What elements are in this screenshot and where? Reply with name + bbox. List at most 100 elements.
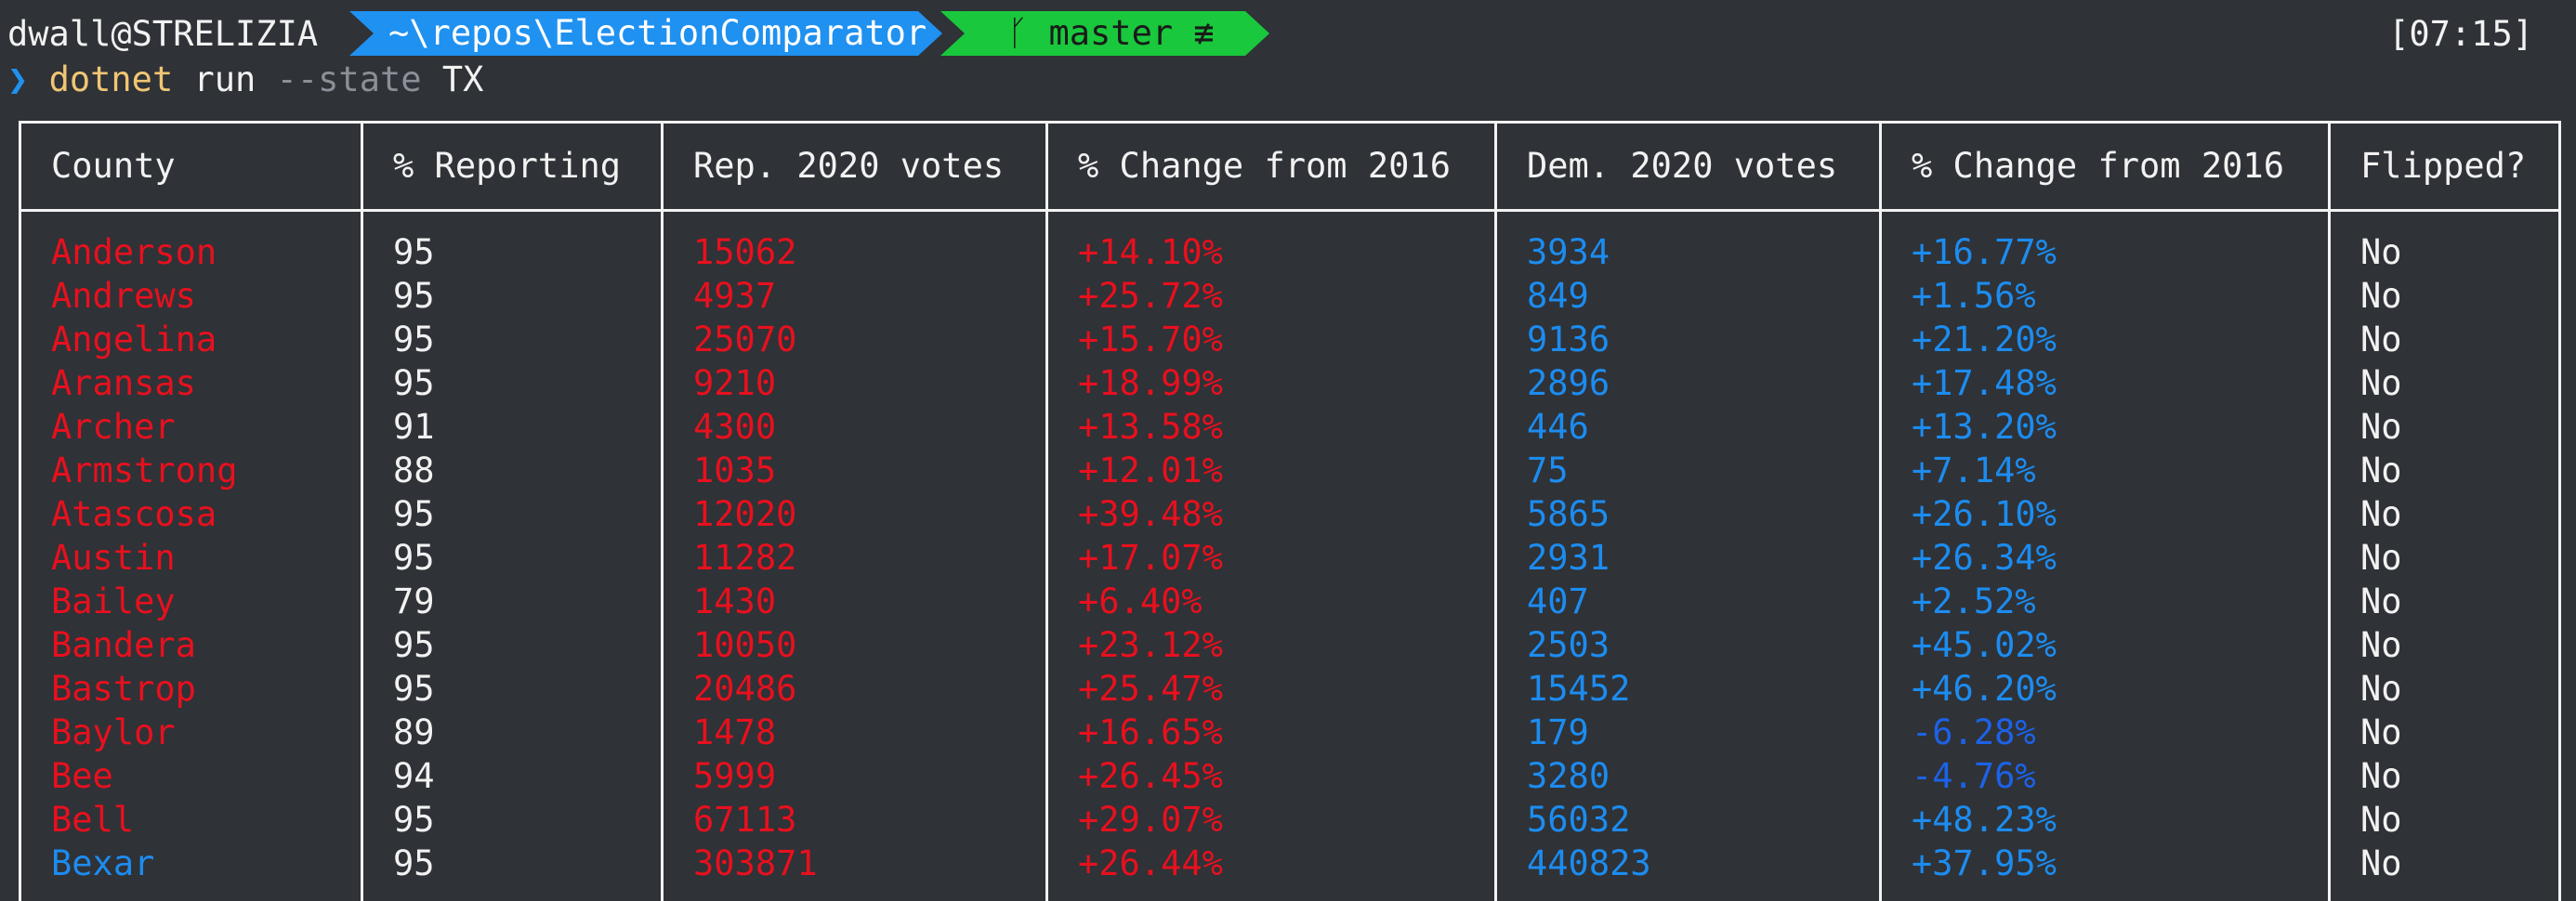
header-dem-votes: Dem. 2020 votes — [1527, 146, 1838, 186]
table-body: Anderson 95 15062 +14.10% 3934 +16.77% No Andre… — [21, 230, 2558, 885]
rep-votes-cell: 10050 — [693, 625, 797, 665]
county-cell: Bastrop — [51, 669, 196, 709]
county-cell: Andrews — [51, 276, 196, 316]
dem-change-cell: +1.56% — [1912, 276, 2036, 316]
flipped-cell: No — [2360, 450, 2402, 490]
county-cell: Baylor — [51, 712, 176, 752]
flipped-cell: No — [2360, 320, 2402, 359]
county-cell: Bexar — [51, 843, 155, 883]
dem-votes-cell: 849 — [1527, 276, 1589, 316]
flipped-cell: No — [2360, 625, 2402, 665]
rep-votes-cell: 303871 — [693, 843, 818, 883]
path-segment: ~\repos\ElectionComparator — [349, 11, 942, 56]
dem-votes-cell: 75 — [1527, 450, 1569, 490]
rep-change-cell: +16.65% — [1078, 712, 1223, 752]
rep-votes-cell: 67113 — [693, 800, 797, 840]
rep-votes-cell: 12020 — [693, 494, 797, 534]
county-cell: Bailey — [51, 581, 176, 621]
dem-votes-cell: 9136 — [1527, 320, 1610, 359]
dem-votes-cell: 2503 — [1527, 625, 1610, 665]
dem-votes-cell: 15452 — [1527, 669, 1631, 709]
reporting-cell: 95 — [393, 363, 435, 403]
rep-change-cell: +14.10% — [1078, 232, 1223, 272]
dem-votes-cell: 179 — [1527, 712, 1589, 752]
command-argument: TX — [441, 59, 484, 99]
prompt-chevron-icon: ❯ — [7, 59, 29, 99]
rep-votes-cell: 1430 — [693, 581, 777, 621]
county-cell: Bell — [51, 800, 135, 840]
table-row: Bell 95 67113 +29.07% 56032 +48.23% No — [21, 798, 2558, 842]
command-subcommand: run — [193, 59, 256, 99]
reporting-cell: 95 — [393, 276, 435, 316]
dem-change-cell: -6.28% — [1912, 712, 2036, 752]
rep-votes-cell: 1035 — [693, 450, 777, 490]
user-host-label: dwall@STRELIZIA — [7, 14, 319, 54]
reporting-cell: 91 — [393, 407, 435, 447]
git-segment: ᚴ master ≢ — [966, 11, 1269, 56]
dem-change-cell: +21.20% — [1912, 320, 2057, 359]
table-row: Bailey 79 1430 +6.40% 407 +2.52% No — [21, 580, 2558, 623]
rep-change-cell: +15.70% — [1078, 320, 1223, 359]
results-table: County % Reporting Rep. 2020 votes % Cha… — [19, 121, 2561, 901]
flipped-cell: No — [2360, 843, 2402, 883]
table-row: Andrews 95 4937 +25.72% 849 +1.56% No — [21, 274, 2558, 318]
dem-change-cell: +48.23% — [1912, 800, 2057, 840]
dem-votes-cell: 2896 — [1527, 363, 1610, 403]
reporting-cell: 95 — [393, 232, 435, 272]
rep-change-cell: +18.99% — [1078, 363, 1223, 403]
rep-votes-cell: 4300 — [693, 407, 777, 447]
rep-change-cell: +25.72% — [1078, 276, 1223, 316]
rep-change-cell: +6.40% — [1078, 581, 1203, 621]
flipped-cell: No — [2360, 363, 2402, 403]
dem-votes-cell: 56032 — [1527, 800, 1631, 840]
reporting-cell: 95 — [393, 320, 435, 359]
flipped-cell: No — [2360, 581, 2402, 621]
dem-change-cell: +37.95% — [1912, 843, 2057, 883]
flipped-cell: No — [2360, 407, 2402, 447]
county-cell: Anderson — [51, 232, 217, 272]
flipped-cell: No — [2360, 232, 2402, 272]
command-line: ❯ dotnet run --state TX — [7, 58, 483, 102]
dem-change-cell: +26.34% — [1912, 538, 2057, 578]
rep-change-cell: +25.47% — [1078, 669, 1223, 709]
dem-votes-cell: 5865 — [1527, 494, 1610, 534]
header-divider — [21, 209, 2558, 212]
county-cell: Aransas — [51, 363, 196, 403]
dem-change-cell: +45.02% — [1912, 625, 2057, 665]
rep-votes-cell: 25070 — [693, 320, 797, 359]
dem-votes-cell: 407 — [1527, 581, 1589, 621]
flipped-cell: No — [2360, 800, 2402, 840]
rep-change-cell: +13.58% — [1078, 407, 1223, 447]
county-cell: Angelina — [51, 320, 217, 359]
flipped-cell: No — [2360, 538, 2402, 578]
rep-votes-cell: 20486 — [693, 669, 797, 709]
dem-change-cell: +7.14% — [1912, 450, 2036, 490]
header-rep-votes: Rep. 2020 votes — [693, 146, 1005, 186]
git-branch-label: master — [1048, 13, 1174, 53]
county-cell: Austin — [51, 538, 176, 578]
flipped-cell: No — [2360, 712, 2402, 752]
reporting-cell: 95 — [393, 843, 435, 883]
reporting-cell: 95 — [393, 669, 435, 709]
prompt-line: dwall@STRELIZIA ~\repos\ElectionComparat… — [0, 11, 2576, 58]
table-row: Bastrop 95 20486 +25.47% 15452 +46.20% No — [21, 667, 2558, 711]
table-row: Austin 95 11282 +17.07% 2931 +26.34% No — [21, 536, 2558, 580]
flipped-cell: No — [2360, 669, 2402, 709]
rep-change-cell: +39.48% — [1078, 494, 1223, 534]
rep-votes-cell: 15062 — [693, 232, 797, 272]
command-flag: --state — [276, 59, 422, 99]
table-row: Baylor 89 1478 +16.65% 179 -6.28% No — [21, 711, 2558, 754]
header-dem-change: % Change from 2016 — [1912, 146, 2284, 186]
dem-change-cell: +26.10% — [1912, 494, 2057, 534]
table-row: Archer 91 4300 +13.58% 446 +13.20% No — [21, 405, 2558, 449]
table-row: Bexar 95 303871 +26.44% 440823 +37.95% No — [21, 842, 2558, 885]
dem-change-cell: +16.77% — [1912, 232, 2057, 272]
header-reporting: % Reporting — [393, 146, 622, 186]
rep-votes-cell: 5999 — [693, 756, 777, 796]
reporting-cell: 95 — [393, 800, 435, 840]
county-cell: Archer — [51, 407, 176, 447]
dem-votes-cell: 3934 — [1527, 232, 1610, 272]
rep-votes-cell: 9210 — [693, 363, 777, 403]
dem-change-cell: +13.20% — [1912, 407, 2057, 447]
county-cell: Armstrong — [51, 450, 238, 490]
